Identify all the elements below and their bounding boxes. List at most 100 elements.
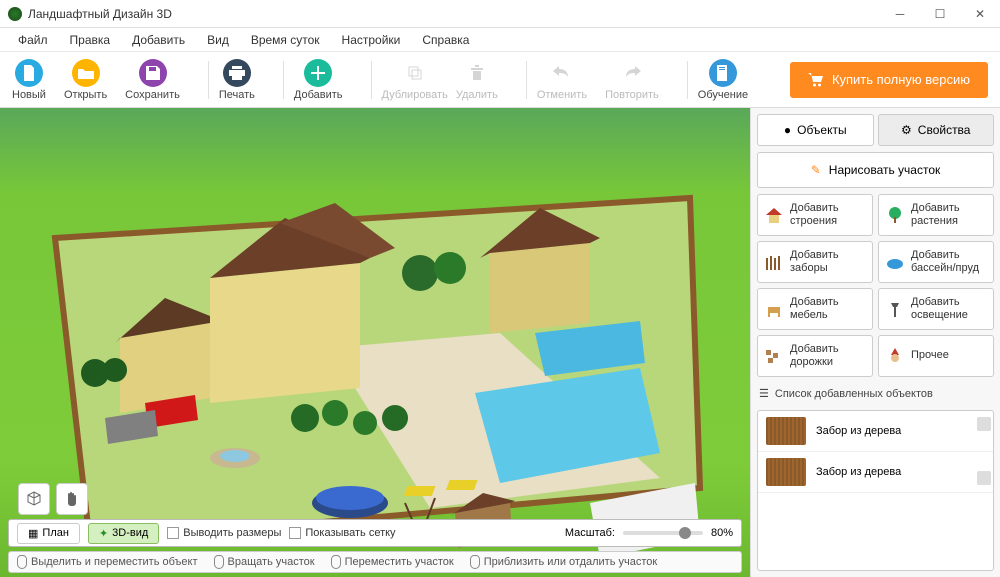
maximize-button[interactable]: ☐	[920, 0, 960, 28]
separator	[526, 61, 527, 99]
window-title: Ландшафтный Дизайн 3D	[28, 7, 880, 21]
titlebar: Ландшафтный Дизайн 3D ─ ☐ ✕	[0, 0, 1000, 28]
hint-select: Выделить и переместить объект	[17, 555, 198, 569]
redo-button[interactable]: Повторить	[605, 59, 659, 101]
stack-icon: ☰	[759, 387, 769, 400]
slider-thumb[interactable]	[679, 527, 691, 539]
scale-value: 80%	[711, 527, 733, 539]
status-bar: Выделить и переместить объект Вращать уч…	[8, 551, 742, 573]
pencil-icon: ✎	[811, 163, 821, 177]
cube-icon	[25, 490, 43, 508]
toolbar: Новый Открыть Сохранить Печать Добавить …	[0, 52, 1000, 108]
sidebar: ●Объекты ⚙Свойства ✎ Нарисовать участок …	[750, 108, 1000, 577]
new-button[interactable]: Новый	[12, 59, 46, 101]
delete-button[interactable]: Удалить	[456, 59, 498, 101]
separator	[283, 61, 284, 99]
menu-add[interactable]: Добавить	[122, 31, 195, 49]
print-button[interactable]: Печать	[219, 59, 255, 101]
minimize-button[interactable]: ─	[880, 0, 920, 28]
plan-icon: ▦	[28, 527, 38, 540]
plus-icon	[304, 59, 332, 87]
floppy-icon	[139, 59, 167, 87]
object-list: Забор из дерева Забор из дерева	[757, 410, 994, 571]
show-grid-checkbox[interactable]: Показывать сетку	[289, 527, 395, 539]
app-logo-icon	[8, 7, 22, 21]
duplicate-button[interactable]: Дублировать	[382, 59, 448, 101]
undo-button[interactable]: Отменить	[537, 59, 587, 101]
3d-view-button[interactable]: ✦3D-вид	[88, 523, 159, 544]
main-area: ▦План ✦3D-вид Выводить размеры Показыват…	[0, 108, 1000, 577]
cart-icon	[808, 72, 824, 88]
close-button[interactable]: ✕	[960, 0, 1000, 28]
learn-button[interactable]: Обучение	[698, 59, 748, 101]
objects-icon: ●	[784, 123, 791, 137]
mouse-icon	[17, 555, 27, 569]
save-button[interactable]: Сохранить	[125, 59, 180, 101]
cat-furniture[interactable]: Добавить мебель	[757, 288, 873, 330]
pool-icon	[885, 252, 905, 272]
buy-full-version-button[interactable]: Купить полную версию	[790, 62, 988, 98]
hint-zoom: Приблизить или отдалить участок	[470, 555, 657, 569]
path-icon	[764, 346, 784, 366]
file-icon	[15, 59, 43, 87]
menu-settings[interactable]: Настройки	[332, 31, 411, 49]
mouse-icon	[470, 555, 480, 569]
tree-icon: ✦	[99, 527, 108, 540]
cat-plants[interactable]: Добавить растения	[878, 194, 994, 236]
separator	[208, 61, 209, 99]
cat-buildings[interactable]: Добавить строения	[757, 194, 873, 236]
scroll-up-icon[interactable]	[977, 417, 991, 431]
printer-icon	[223, 59, 251, 87]
scale-control: Масштаб: 80%	[565, 527, 733, 539]
hint-rotate: Вращать участок	[214, 555, 315, 569]
pan-button[interactable]	[56, 483, 88, 515]
mouse-icon	[214, 555, 224, 569]
cat-fences[interactable]: Добавить заборы	[757, 241, 873, 283]
scene-illustration	[0, 108, 750, 577]
menu-time[interactable]: Время суток	[241, 31, 330, 49]
fence-icon	[764, 252, 784, 272]
tab-objects[interactable]: ●Объекты	[757, 114, 874, 146]
plan-view-button[interactable]: ▦План	[17, 523, 80, 544]
menu-edit[interactable]: Правка	[60, 31, 121, 49]
book-icon	[709, 59, 737, 87]
tree-icon	[885, 205, 905, 225]
cat-pools[interactable]: Добавить бассейн/пруд	[878, 241, 994, 283]
sidebar-tabs: ●Объекты ⚙Свойства	[757, 114, 994, 146]
menu-view[interactable]: Вид	[197, 31, 239, 49]
tab-properties[interactable]: ⚙Свойства	[878, 114, 995, 146]
lamp-icon	[885, 299, 905, 319]
house-icon	[764, 205, 784, 225]
list-scrollbar[interactable]	[977, 417, 991, 485]
list-item[interactable]: Забор из дерева	[758, 452, 993, 493]
open-button[interactable]: Открыть	[64, 59, 107, 101]
fence-thumb-icon	[766, 417, 806, 445]
scroll-down-icon[interactable]	[977, 471, 991, 485]
chair-icon	[764, 299, 784, 319]
folder-icon	[72, 59, 100, 87]
menu-help[interactable]: Справка	[412, 31, 479, 49]
view-bar: ▦План ✦3D-вид Выводить размеры Показыват…	[8, 519, 742, 547]
list-item[interactable]: Забор из дерева	[758, 411, 993, 452]
menubar: Файл Правка Добавить Вид Время суток Нас…	[0, 28, 1000, 52]
orbit-button[interactable]	[18, 483, 50, 515]
view-controls	[18, 483, 88, 515]
cat-paths[interactable]: Добавить дорожки	[757, 335, 873, 377]
menu-file[interactable]: Файл	[8, 31, 58, 49]
add-button[interactable]: Добавить	[294, 59, 343, 101]
copy-icon	[401, 59, 429, 87]
scale-slider[interactable]	[623, 531, 703, 535]
category-grid: Добавить строения Добавить растения Доба…	[757, 194, 994, 377]
cat-other[interactable]: Прочее	[878, 335, 994, 377]
hand-icon	[64, 491, 80, 507]
separator	[371, 61, 372, 99]
checkbox-icon	[289, 527, 301, 539]
object-list-header: ☰ Список добавленных объектов	[757, 383, 994, 404]
show-dimensions-checkbox[interactable]: Выводить размеры	[167, 527, 281, 539]
gnome-icon	[885, 346, 905, 366]
viewport-3d[interactable]: ▦План ✦3D-вид Выводить размеры Показыват…	[0, 108, 750, 577]
separator	[687, 61, 688, 99]
draw-plot-button[interactable]: ✎ Нарисовать участок	[757, 152, 994, 188]
mouse-icon	[331, 555, 341, 569]
cat-lighting[interactable]: Добавить освещение	[878, 288, 994, 330]
